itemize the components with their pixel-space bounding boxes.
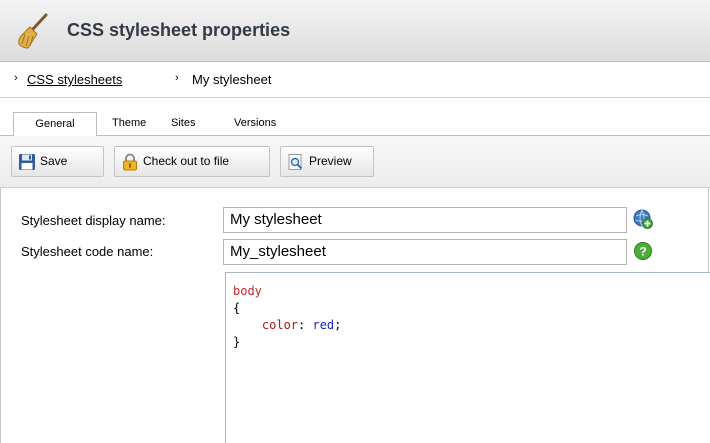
code-colon: : [298, 318, 313, 332]
page-header: CSS stylesheet properties [0, 0, 710, 62]
svg-text:?: ? [639, 245, 646, 259]
code-value: red [312, 318, 335, 332]
code-line-1: body [233, 283, 710, 300]
page-title: CSS stylesheet properties [67, 20, 291, 40]
code-line-4: } [233, 335, 241, 349]
check-out-to-file-button[interactable]: Check out to file [114, 146, 270, 177]
tab-sites[interactable]: Sites [169, 112, 197, 136]
globe-add-icon[interactable] [633, 209, 653, 229]
tab-theme[interactable]: Theme [110, 112, 148, 136]
breadcrumb-arrow-icon: › [175, 72, 179, 84]
display-name-label: Stylesheet display name: [21, 213, 166, 228]
code-line-2: { [233, 301, 241, 315]
code-semicolon: ; [334, 318, 342, 332]
preview-button-label: Preview [309, 154, 352, 168]
tab-versions[interactable]: Versions [232, 112, 278, 136]
save-button[interactable]: Save [11, 146, 104, 177]
help-icon[interactable]: ? [633, 241, 653, 261]
display-name-input[interactable]: My stylesheet [223, 207, 627, 233]
css-code-editor[interactable]: body { color: red; } [225, 272, 710, 443]
tab-strip: General Theme Sites Versions [0, 98, 710, 137]
breadcrumb: › CSS stylesheets › My stylesheet [0, 62, 710, 98]
code-name-input[interactable]: My_stylesheet [223, 239, 627, 265]
code-property: color [261, 318, 299, 332]
toolbar: Save Check out to file Preview [0, 136, 710, 188]
broom-icon [18, 13, 48, 49]
preview-magnifier-icon [288, 153, 303, 170]
code-name-label: Stylesheet code name: [21, 244, 154, 259]
save-button-label: Save [40, 154, 68, 168]
breadcrumb-link-css-stylesheets[interactable]: CSS stylesheets [27, 72, 122, 87]
tab-general[interactable]: General [13, 112, 97, 137]
code-selector: body [233, 284, 262, 298]
breadcrumb-current: My stylesheet [192, 72, 272, 87]
code-line-3: color: red; [233, 317, 710, 334]
breadcrumb-arrow-icon: › [14, 72, 18, 84]
preview-button[interactable]: Preview [280, 146, 374, 177]
check-out-to-file-label: Check out to file [143, 154, 230, 168]
lock-icon [123, 153, 137, 170]
floppy-disk-icon [19, 153, 35, 170]
